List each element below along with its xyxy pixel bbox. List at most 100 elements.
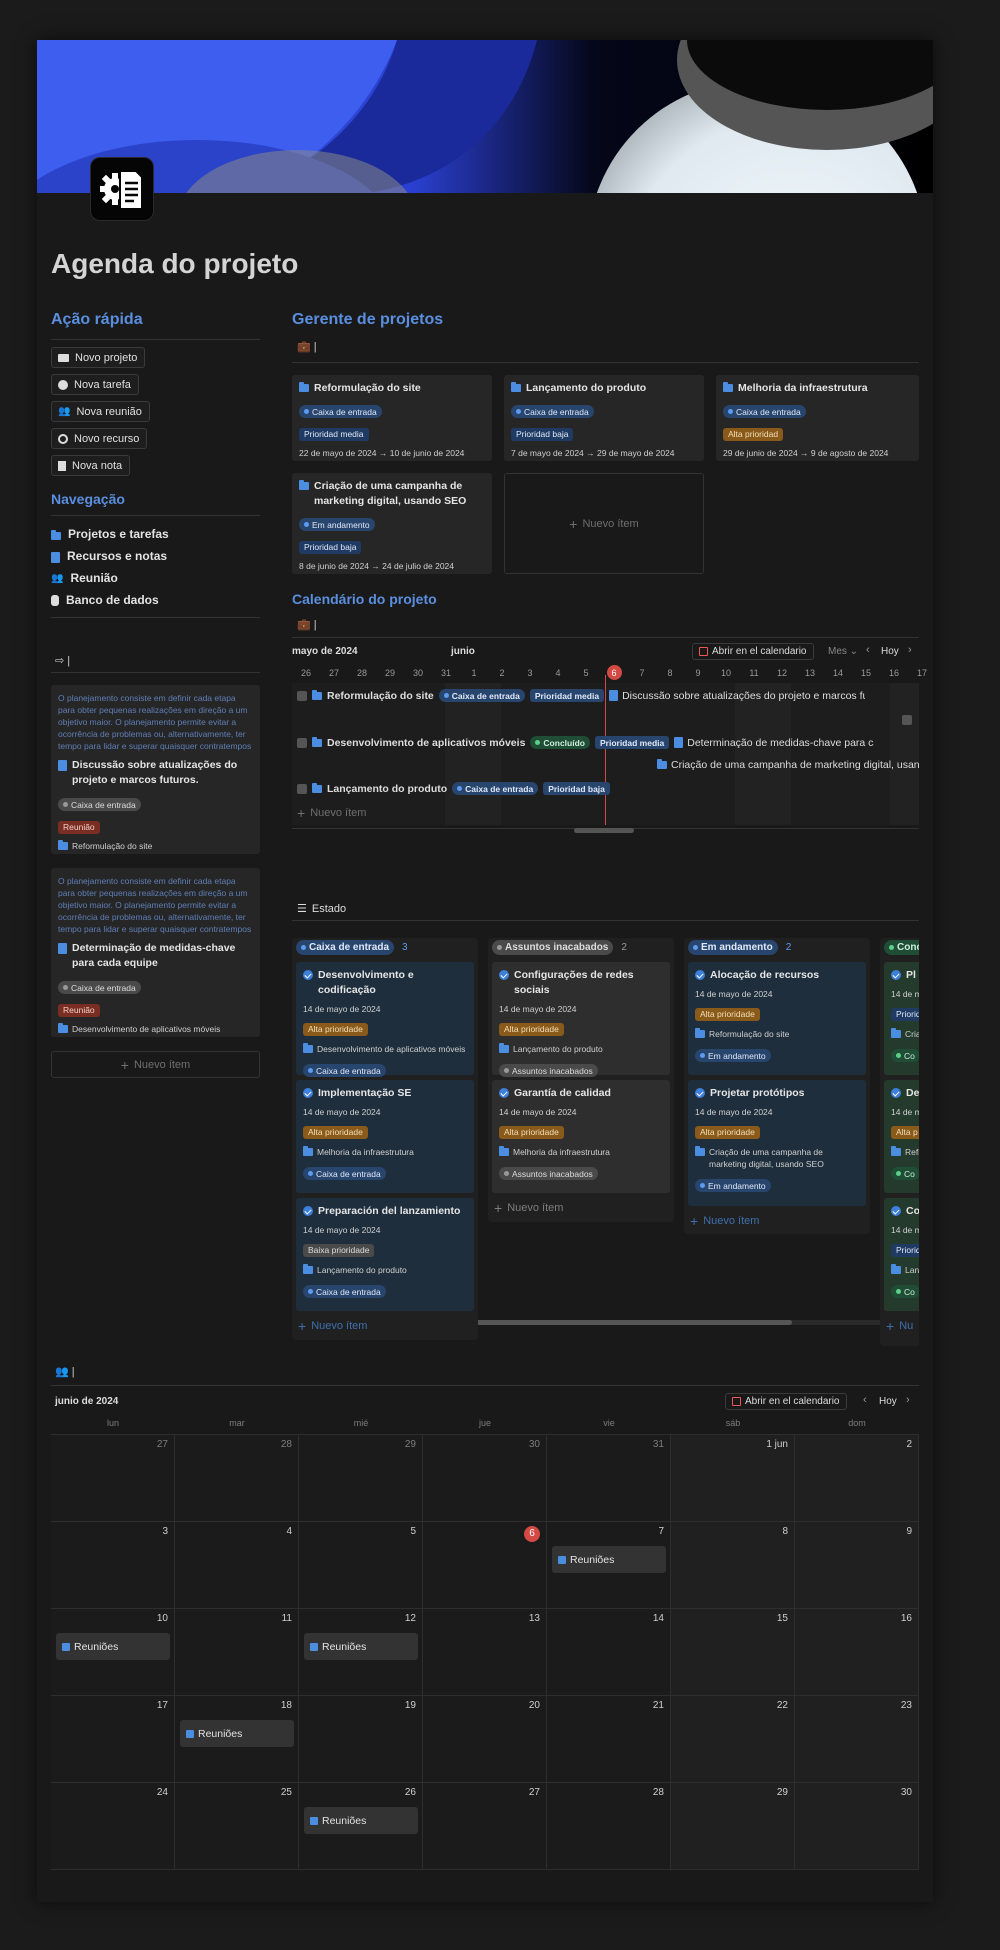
- calendar-day-cell[interactable]: 29: [299, 1435, 423, 1522]
- day-number: 29: [404, 1439, 416, 1450]
- day-number: 10: [156, 1613, 168, 1624]
- folder-icon: [891, 1146, 901, 1156]
- column-status-tag: Caixa de entrada: [296, 940, 395, 955]
- task-card[interactable]: Desenvolvimento e codificação 14 de mayo …: [296, 962, 474, 1077]
- day-number: 12: [404, 1613, 416, 1624]
- calendar-day-cell[interactable]: 30: [423, 1435, 547, 1522]
- calendar-day-cell[interactable]: 3: [51, 1522, 175, 1609]
- day-number: 24: [156, 1787, 168, 1798]
- calendar-event[interactable]: Reuniões: [552, 1546, 666, 1573]
- task-card[interactable]: Configurações de redes sociais 14 de mayo…: [492, 962, 670, 1077]
- task-card[interactable]: Co 14 de m Priorid Lan Co: [884, 1198, 919, 1311]
- calendar-day-cell[interactable]: 19: [299, 1696, 423, 1783]
- calendar-day-cell[interactable]: 23: [795, 1696, 919, 1783]
- check-icon: [891, 970, 901, 980]
- day-number: 22: [776, 1700, 788, 1711]
- day-number: 27: [156, 1439, 168, 1450]
- day-number: 7: [658, 1526, 664, 1537]
- folder-icon: [303, 1146, 313, 1156]
- calendar-day-cell[interactable]: 30: [795, 1783, 919, 1870]
- calendar-day-cell[interactable]: 4: [175, 1522, 299, 1609]
- calendar-day-cell[interactable]: 2: [795, 1435, 919, 1522]
- day-number: 21: [652, 1700, 664, 1711]
- board-column: Caixa de entrada 3 Desenvolvimento e codif…: [292, 938, 478, 1340]
- task-card[interactable]: Implementação SE 14 de mayo de 2024 Alta p…: [296, 1080, 474, 1193]
- day-number: 29: [776, 1787, 788, 1798]
- column-status-tag: Assuntos inacabados: [492, 940, 614, 955]
- calendar-day-cell[interactable]: 14: [547, 1609, 671, 1696]
- check-icon: [303, 970, 313, 980]
- day-number: 15: [776, 1613, 788, 1624]
- check-icon: [303, 1088, 313, 1098]
- calendar-day-cell[interactable]: 6: [423, 1522, 547, 1609]
- calendar-day-cell[interactable]: 28: [547, 1783, 671, 1870]
- day-number: 2: [906, 1439, 912, 1450]
- board-column: Em andamento 2 Alocação de recursos 14 de m…: [684, 938, 870, 1234]
- board-new-item[interactable]: Nuevo ítem: [690, 1213, 759, 1229]
- calendar-day-cell[interactable]: 13: [423, 1609, 547, 1696]
- task-card[interactable]: Garantía de calidad 14 de mayo de 2024 Alt…: [492, 1080, 670, 1193]
- calendar-day-cell[interactable]: 15: [671, 1609, 795, 1696]
- day-number: 23: [900, 1700, 912, 1711]
- task-card[interactable]: De 14 de m Alta p Refi Co: [884, 1080, 919, 1193]
- column-count: 2: [621, 942, 627, 953]
- document-icon: [558, 1555, 566, 1564]
- weekday-label: mar: [229, 1418, 245, 1428]
- document-icon: [310, 1642, 318, 1651]
- board-new-item[interactable]: Nuevo ítem: [494, 1200, 563, 1216]
- calendar-day-cell[interactable]: 8: [671, 1522, 795, 1609]
- weekday-label: lun: [106, 1418, 119, 1428]
- day-number: 26: [404, 1787, 416, 1798]
- board-column: Conc Pl14 de mPrioridCria marketCo De14 de…: [880, 938, 919, 1346]
- calendar-day-cell[interactable]: 27: [51, 1435, 175, 1522]
- calendar-event[interactable]: Reuniões: [56, 1633, 170, 1660]
- task-card[interactable]: Alocação de recursos 14 de mayo de 2024 Al…: [688, 962, 866, 1075]
- board-new-item[interactable]: Nuevo ítem: [298, 1318, 367, 1334]
- calendar-day-cell[interactable]: 24: [51, 1783, 175, 1870]
- calendar-day-cell[interactable]: 29: [671, 1783, 795, 1870]
- folder-icon: [499, 1146, 509, 1156]
- calendar-day-cell[interactable]: 25: [175, 1783, 299, 1870]
- calendar-day-cell[interactable]: 16: [795, 1609, 919, 1696]
- board-new-item[interactable]: Nu: [886, 1318, 913, 1334]
- day-number: 30: [900, 1787, 912, 1798]
- calendar-day-cell[interactable]: 5: [299, 1522, 423, 1609]
- day-number: 1 jun: [766, 1439, 788, 1450]
- day-number: 5: [410, 1526, 416, 1537]
- day-number: 20: [528, 1700, 540, 1711]
- task-card[interactable]: Preparación del lanzamiento 14 de mayo de…: [296, 1198, 474, 1311]
- folder-icon: [303, 1043, 313, 1053]
- calendar-day-cell[interactable]: 1 jun: [671, 1435, 795, 1522]
- folder-icon: [695, 1028, 705, 1038]
- calendar-event[interactable]: Reuniões: [304, 1807, 418, 1834]
- task-card[interactable]: Pl14 de mPrioridCria marketCo: [884, 962, 919, 1075]
- calendar-day-cell[interactable]: 20: [423, 1696, 547, 1783]
- day-number: 16: [900, 1613, 912, 1624]
- day-number: 13: [528, 1613, 540, 1624]
- day-number: 28: [652, 1787, 664, 1798]
- task-card[interactable]: Projetar protótipos 14 de mayo de 2024 Alt…: [688, 1080, 866, 1206]
- page: Agenda do projeto Ação rápida Novo proje…: [37, 40, 933, 1902]
- day-number: 6: [524, 1526, 540, 1542]
- calendar-day-cell[interactable]: 17: [51, 1696, 175, 1783]
- calendar-event[interactable]: Reuniões: [304, 1633, 418, 1660]
- weekday-label: mié: [353, 1418, 369, 1428]
- calendar-event[interactable]: Reuniões: [180, 1720, 294, 1747]
- day-number: 4: [286, 1526, 292, 1537]
- day-number: 18: [280, 1700, 292, 1711]
- weekday-label: vie: [603, 1418, 615, 1428]
- check-icon: [499, 970, 509, 980]
- calendar-day-cell[interactable]: 31: [547, 1435, 671, 1522]
- board-column: Assuntos inacabados 2 Configurações de red…: [488, 938, 674, 1222]
- column-count: 3: [402, 942, 408, 953]
- calendar-day-cell[interactable]: 9: [795, 1522, 919, 1609]
- calendar-day-cell[interactable]: 28: [175, 1435, 299, 1522]
- calendar-day-cell[interactable]: 27: [423, 1783, 547, 1870]
- day-number: 8: [782, 1526, 788, 1537]
- calendar-day-cell[interactable]: 11: [175, 1609, 299, 1696]
- calendar-day-cell[interactable]: 21: [547, 1696, 671, 1783]
- calendar-day-cell[interactable]: 22: [671, 1696, 795, 1783]
- weekday-label: dom: [848, 1418, 866, 1428]
- document-icon: [62, 1642, 70, 1651]
- check-icon: [499, 1088, 509, 1098]
